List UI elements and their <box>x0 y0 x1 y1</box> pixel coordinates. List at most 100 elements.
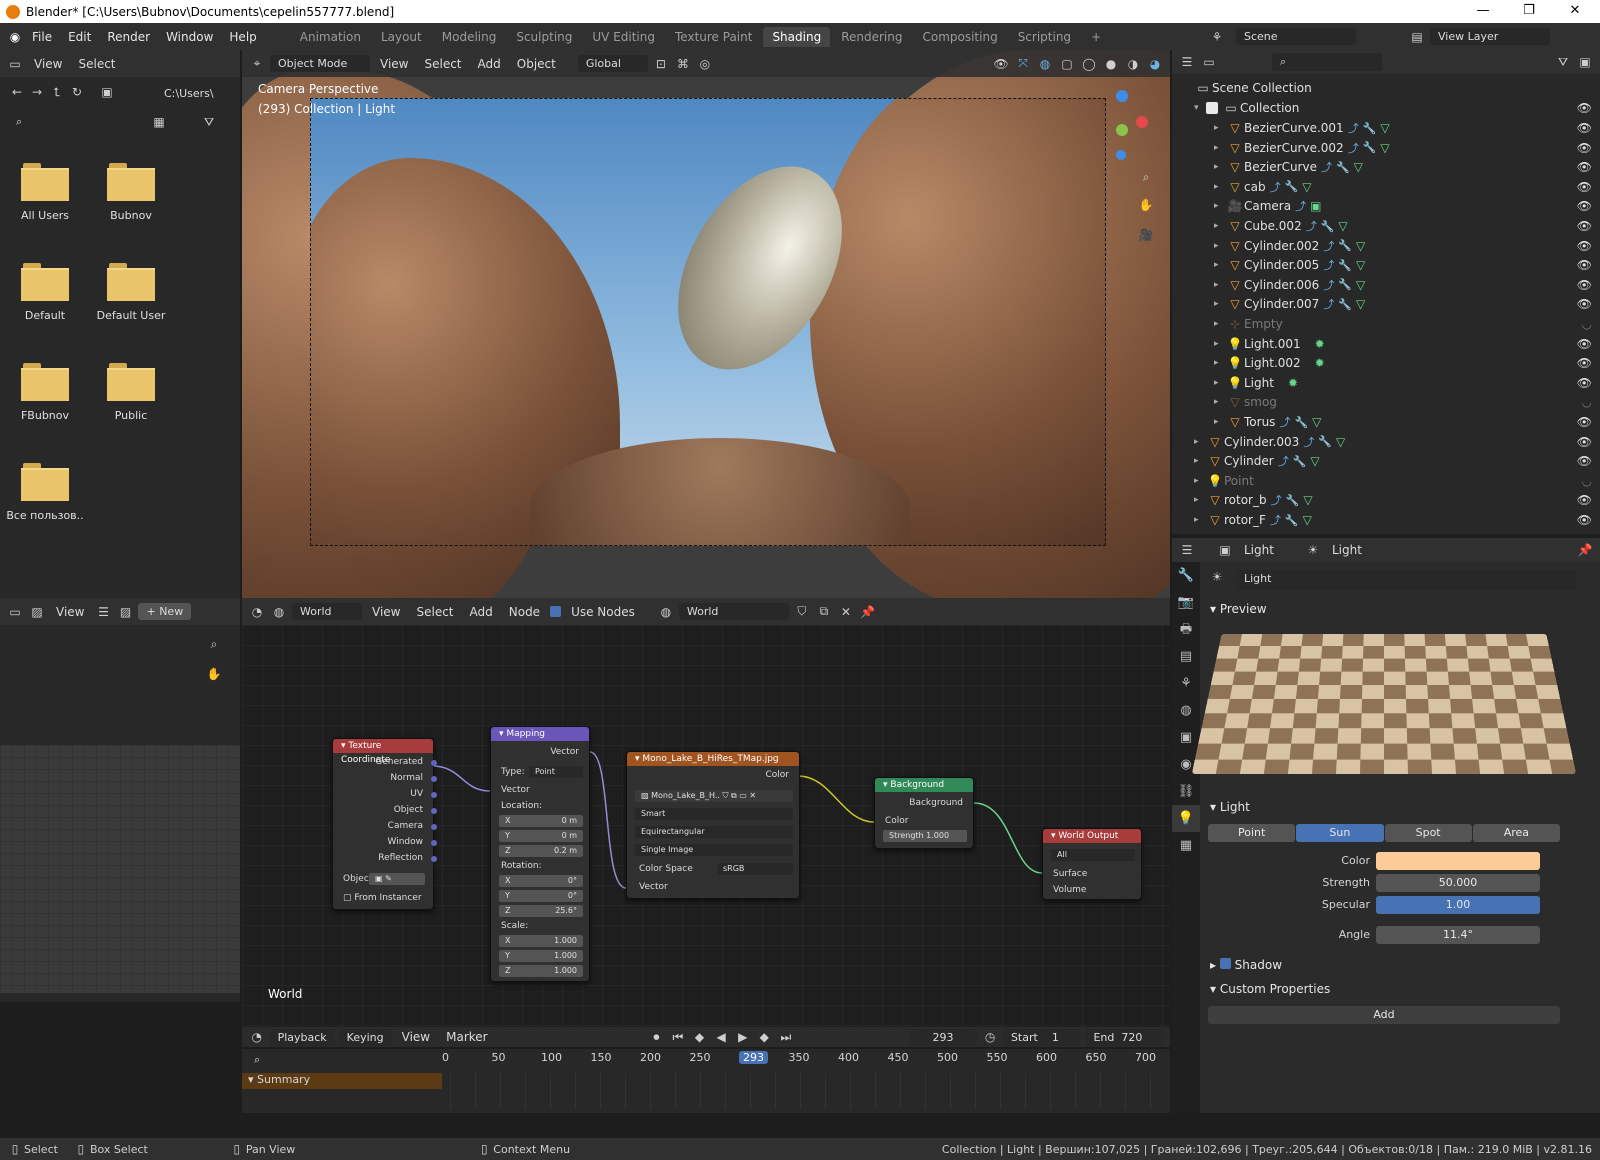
eye-icon[interactable]: 👁 <box>1577 160 1592 174</box>
tab-compositing[interactable]: Compositing <box>913 27 1006 47</box>
tl-view-menu[interactable]: View <box>396 1030 436 1044</box>
outliner-collection[interactable]: ▾ ▭ Collection 👁 <box>1172 98 1600 118</box>
eye-icon[interactable]: 👁 <box>1577 493 1592 507</box>
node-editor[interactable]: ▾ Texture Coordinate Generated Normal UV Ob… <box>242 625 1170 1027</box>
image-selector[interactable]: ▨ Mono_Lake_B_H.. ⛉ ⧉ ▭ ✕ <box>635 790 793 802</box>
zoom-icon[interactable]: ⌕ <box>205 637 223 652</box>
output-socket[interactable] <box>431 808 437 814</box>
folder-item[interactable]: All Users <box>2 163 88 222</box>
editor-type-icon[interactable]: ▭ <box>6 605 24 619</box>
filter-icon[interactable]: ⛛ <box>200 115 218 130</box>
pivot-icon[interactable]: ⊡ <box>652 57 670 71</box>
node-mapping[interactable]: ▾ Mapping Vector Type: Point Vector Loca… <box>490 726 590 982</box>
eye-icon[interactable]: 👁 <box>1577 141 1592 155</box>
checkbox-icon[interactable] <box>1206 102 1218 114</box>
prev-keyframe-icon[interactable]: ◆ <box>691 1030 709 1044</box>
rendered-shading-icon[interactable]: ◕ <box>1146 57 1164 71</box>
node-world-output[interactable]: ▾ World Output All Surface Volume <box>1042 828 1142 900</box>
eye-icon[interactable]: 👁 <box>1577 258 1592 272</box>
play-icon[interactable]: ▶ <box>734 1030 752 1044</box>
tab-rendering[interactable]: Rendering <box>832 27 911 47</box>
pan-hand-icon[interactable]: ✋ <box>205 667 223 681</box>
background-strength-field[interactable]: Strength 1.000 <box>883 830 967 842</box>
angle-field[interactable]: 11.4° <box>1376 926 1540 944</box>
3d-viewport[interactable]: Camera Perspective (293) Collection | Li… <box>242 50 1170 607</box>
tab-texture-paint[interactable]: Texture Paint <box>666 27 761 47</box>
mapping-loc-field[interactable]: X0 m <box>499 815 583 827</box>
light-section-header[interactable]: ▾ Light <box>1210 800 1250 814</box>
node-header[interactable]: ▾ World Output <box>1043 829 1141 843</box>
tool-tab-icon[interactable]: 🔧 <box>1172 562 1200 589</box>
object-mode-dropdown[interactable]: Object Mode <box>270 55 370 72</box>
tl-marker-menu[interactable]: Marker <box>440 1030 493 1044</box>
eye-icon[interactable]: 👁 <box>1577 297 1592 311</box>
folder-item[interactable]: Все пользов.. <box>2 463 88 522</box>
mapping-loc-field[interactable]: Y0 m <box>499 830 583 842</box>
eye-icon[interactable]: ◡ <box>1582 395 1592 409</box>
end-frame-field[interactable]: End 720 <box>1085 1028 1164 1046</box>
node-header[interactable]: ▾ Mono_Lake_B_HiRes_TMap.jpg <box>627 752 799 766</box>
expand-icon[interactable]: ▸ <box>1214 162 1226 172</box>
outliner-item[interactable]: ▸ 💡 Point ◡ <box>1172 471 1600 491</box>
outliner-item[interactable]: ▸ ▽ Cylinder.006 ⤴ 🔧 ▽ 👁 <box>1172 275 1600 295</box>
eye-icon[interactable]: 👁 <box>1577 356 1592 370</box>
outliner-scene-collection[interactable]: ▭ Scene Collection <box>1172 78 1600 98</box>
expand-icon[interactable]: ▸ <box>1214 201 1226 211</box>
object-tab-icon[interactable]: ▣ <box>1172 724 1200 751</box>
type-area-button[interactable]: Area <box>1472 824 1560 842</box>
expand-icon[interactable]: ▸ <box>1214 299 1226 309</box>
keyframe-area[interactable] <box>450 1073 1160 1109</box>
display-mode-icon[interactable]: ▦ <box>150 115 168 129</box>
expand-icon[interactable]: ▸ <box>1214 417 1226 427</box>
scene-selector[interactable]: Scene <box>1236 28 1356 45</box>
node-header[interactable]: ▾ Background <box>875 778 973 792</box>
expand-icon[interactable]: ▾ <box>1194 103 1206 113</box>
tab-modeling[interactable]: Modeling <box>433 27 506 47</box>
path-field[interactable]: C:\Users\ <box>156 85 234 105</box>
folder-item[interactable]: Public <box>88 363 174 422</box>
render-tab-icon[interactable]: 📷 <box>1172 589 1200 616</box>
new-collection-icon[interactable]: ▣ <box>1576 55 1594 69</box>
zoom-icon[interactable]: ⌕ <box>1137 170 1155 185</box>
mapping-loc-field[interactable]: Z 0.2 m <box>499 845 583 857</box>
folder-item[interactable]: Bubnov <box>88 163 174 222</box>
eye-icon[interactable]: 👁 <box>1577 180 1592 194</box>
timeline-search-input[interactable]: ⌕ <box>246 1051 432 1069</box>
editor-type-icon[interactable]: ⌖ <box>248 56 266 71</box>
output-socket[interactable] <box>431 792 437 798</box>
constraint-tab-icon[interactable]: ⛓ <box>1172 778 1200 805</box>
expand-icon[interactable]: ▸ <box>1214 397 1226 407</box>
fb-view-menu[interactable]: View <box>28 57 68 71</box>
editor-type-icon[interactable]: ☰ <box>1178 55 1196 69</box>
vp-select-menu[interactable]: Select <box>418 57 467 71</box>
outliner-item[interactable]: ▸ ▽ BezierCurve.002 ⤴ 🔧 ▽ 👁 <box>1172 138 1600 158</box>
eye-icon[interactable]: 👁 <box>1577 513 1592 527</box>
expand-icon[interactable]: ▸ <box>1194 515 1206 525</box>
eye-icon[interactable]: 👁 <box>1577 219 1592 233</box>
keying-menu[interactable]: Keying <box>338 1028 392 1046</box>
vp-add-menu[interactable]: Add <box>472 57 507 71</box>
menu-edit[interactable]: Edit <box>60 30 99 44</box>
tab-scripting[interactable]: Scripting <box>1009 27 1080 47</box>
search-input[interactable]: ⌕ <box>8 113 136 133</box>
overlay-icon[interactable]: ◍ <box>1036 57 1054 71</box>
add-property-button[interactable]: Add <box>1208 1006 1560 1024</box>
mapping-type-dropdown[interactable]: Point <box>529 766 583 778</box>
editor-type-icon[interactable]: ☰ <box>1178 543 1196 557</box>
expand-icon[interactable]: ▸ <box>1214 358 1226 368</box>
ne-node-menu[interactable]: Node <box>503 605 546 619</box>
ne-select-menu[interactable]: Select <box>410 605 459 619</box>
mapping-scl-field[interactable]: Z 1.000 <box>499 965 583 977</box>
jump-end-icon[interactable]: ⏭ <box>777 1030 795 1045</box>
tab-shading[interactable]: Shading <box>763 26 831 47</box>
menu-help[interactable]: Help <box>221 30 264 44</box>
strength-field[interactable]: 50.000 <box>1376 874 1540 892</box>
material-shading-icon[interactable]: ◑ <box>1124 57 1142 71</box>
filter-icon[interactable]: ⛛ <box>1554 55 1572 70</box>
outliner-search-input[interactable]: ⌕ <box>1272 53 1382 71</box>
outliner-item[interactable]: ▸ 🎥 Camera ⤴ ▣ 👁 <box>1172 196 1600 216</box>
menu-render[interactable]: Render <box>99 30 158 44</box>
eye-icon[interactable]: 👁 <box>1577 376 1592 390</box>
node-header[interactable]: ▾ Mapping <box>491 727 589 741</box>
new-folder-icon[interactable]: ▣ <box>98 85 116 100</box>
